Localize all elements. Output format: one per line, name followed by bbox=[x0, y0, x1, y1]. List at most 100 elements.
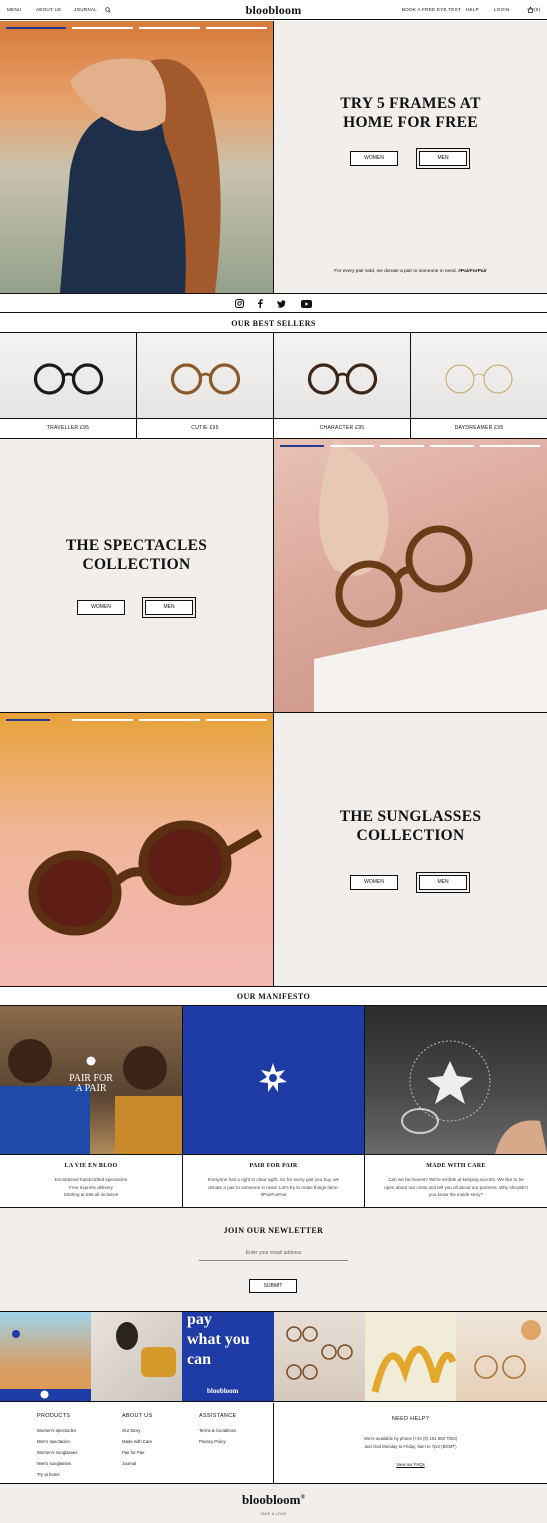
sunglasses-slide-indicator-1[interactable] bbox=[6, 719, 50, 721]
footer-products-heading: PRODUCTS bbox=[37, 1413, 71, 1419]
spectacles-slide-indicator-3[interactable] bbox=[380, 445, 424, 447]
donate-hashtag: #PairForPair bbox=[458, 269, 487, 274]
footer-logo[interactable]: bloobloom® bbox=[0, 1492, 547, 1508]
spectacles-slide-indicator-2[interactable] bbox=[330, 445, 374, 447]
poster-logo: bloobloom bbox=[207, 1387, 239, 1395]
instagram-post-art[interactable] bbox=[365, 1312, 457, 1401]
hero-title-line-1: TRY 5 FRAMES AT bbox=[340, 95, 481, 112]
footer-help: NEED HELP? We're available by phone (+44… bbox=[274, 1403, 547, 1483]
instagram-post-model[interactable] bbox=[91, 1312, 182, 1401]
footer-link[interactable]: Men's spectacles bbox=[37, 1439, 77, 1444]
spectacles-title-line-2: COLLECTION bbox=[82, 556, 191, 573]
footer-link[interactable]: Terms & Conditions bbox=[199, 1428, 236, 1433]
product-card[interactable]: DAYDREAMER £95 bbox=[411, 333, 547, 438]
instagram-icon[interactable] bbox=[235, 299, 244, 308]
poster-line-3: can bbox=[187, 1351, 211, 1368]
footer-about-heading: ABOUT US bbox=[122, 1413, 153, 1419]
hero-men-button[interactable]: MEN bbox=[416, 148, 470, 169]
help-link[interactable]: HELP bbox=[466, 7, 479, 12]
manifesto-image-children: PAIR FOR A PAIR bbox=[0, 1006, 182, 1154]
product-image bbox=[274, 333, 410, 419]
hero-women-button[interactable]: WOMEN bbox=[350, 151, 398, 166]
spectacles-men-button[interactable]: MEN bbox=[142, 597, 196, 618]
help-text: We're available by phone (+44 (0) 161 85… bbox=[363, 1436, 458, 1441]
spectacles-slide-indicator-4[interactable] bbox=[430, 445, 474, 447]
hand-holding-glasses-illustration bbox=[314, 439, 547, 712]
glasses-icon bbox=[170, 363, 241, 395]
product-card[interactable]: CUTIE £95 bbox=[137, 333, 274, 438]
footer-assistance-heading: ASSISTANCE bbox=[199, 1413, 237, 1419]
footer-logo-text: bloobloom bbox=[242, 1492, 301, 1507]
spectacles-women-button[interactable]: WOMEN bbox=[77, 600, 125, 615]
twitter-icon[interactable] bbox=[277, 300, 286, 308]
hero-slide-indicator-1[interactable] bbox=[6, 27, 66, 29]
glasses-icon bbox=[307, 363, 378, 395]
basket-icon[interactable] bbox=[527, 6, 534, 13]
social-bar bbox=[0, 293, 547, 313]
manifesto-card-title: LA VIE EN BLOO bbox=[64, 1163, 118, 1169]
abstract-art-illustration bbox=[371, 1346, 457, 1393]
manifesto-title: OUR MANIFESTO bbox=[236, 992, 311, 1001]
product-card[interactable]: CHARACTER £95 bbox=[274, 333, 411, 438]
manifesto-image-blue bbox=[183, 1006, 365, 1154]
sunglasses-men-button[interactable]: MEN bbox=[416, 872, 470, 893]
hero-title-line-2: HOME FOR FREE bbox=[343, 114, 478, 131]
footer-link[interactable]: Pair for Pair bbox=[122, 1450, 152, 1455]
footer-link[interactable]: Women's sunglasses bbox=[37, 1450, 77, 1455]
instagram-post-frames[interactable] bbox=[274, 1312, 365, 1401]
footer-link[interactable]: Privacy Policy bbox=[199, 1439, 236, 1444]
instagram-post-glasses[interactable] bbox=[456, 1312, 547, 1401]
faq-link[interactable]: View our FAQs bbox=[274, 1462, 547, 1467]
facebook-icon[interactable] bbox=[257, 299, 263, 308]
footer-products: PRODUCTS Women's spectacles Men's specta… bbox=[37, 1413, 77, 1483]
footer-link[interactable]: Journal bbox=[122, 1461, 152, 1466]
footer-link[interactable]: Made with Care bbox=[122, 1439, 152, 1444]
footer-link[interactable]: Women's spectacles bbox=[37, 1428, 77, 1433]
hero-slide-indicator-4[interactable] bbox=[206, 27, 267, 29]
sunglasses-image bbox=[0, 713, 273, 986]
youtube-icon[interactable] bbox=[301, 300, 312, 308]
sunglasses-slide-indicator-2[interactable] bbox=[72, 719, 133, 721]
login-link[interactable]: LOGIN bbox=[494, 7, 510, 12]
newsletter-title: JOIN OUR NEWLETTER bbox=[223, 1226, 324, 1235]
product-image bbox=[137, 333, 273, 419]
spectacles-panel: THE SPECTACLES COLLECTION WOMEN MEN bbox=[0, 439, 273, 712]
newsletter-section: JOIN OUR NEWLETTER Enter your email addr… bbox=[0, 1208, 547, 1311]
hero-slide-indicator-3[interactable] bbox=[139, 27, 200, 29]
book-eye-test-link[interactable]: BOOK A FREE EYE TEST bbox=[402, 7, 461, 12]
sunglasses-slide-indicator-3[interactable] bbox=[139, 719, 200, 721]
poster-line-2: what you bbox=[187, 1331, 250, 1348]
spectacles-slide-indicator-1[interactable] bbox=[280, 445, 324, 447]
instagram-post-building[interactable] bbox=[0, 1312, 91, 1401]
newsletter-submit-button[interactable]: SUBMIT bbox=[249, 1279, 297, 1293]
overlay-line-2: A PAIR bbox=[75, 1083, 107, 1094]
product-label: CHARACTER £95 bbox=[274, 419, 410, 438]
manifesto-card-2: PAIR FOR PAIR Everyone has a right to cl… bbox=[183, 1155, 364, 1207]
manifesto-card-1: LA VIE EN BLOO Exceptional handcrafted s… bbox=[0, 1155, 182, 1207]
manifesto-image-workshop bbox=[365, 1006, 547, 1154]
basket-count: (0) bbox=[534, 7, 541, 12]
sunglasses-illustration bbox=[28, 820, 263, 936]
sunglasses-title-line-1: THE SUNGLASSES bbox=[339, 808, 482, 825]
donate-message: For every pair sold, we donate a pair to… bbox=[334, 269, 457, 274]
donate-text: For every pair sold, we donate a pair to… bbox=[274, 269, 547, 274]
sunglasses-slide-indicator-4[interactable] bbox=[206, 719, 267, 721]
spectacles-title-line-1: THE SPECTACLES bbox=[65, 537, 208, 554]
site-logo[interactable]: bloobloom bbox=[0, 3, 547, 18]
sunglasses-women-button[interactable]: WOMEN bbox=[350, 875, 398, 890]
spectacles-slide-indicator-5[interactable] bbox=[480, 445, 540, 447]
hero-slide-indicator-2[interactable] bbox=[72, 27, 133, 29]
footer-link[interactable]: Our Story bbox=[122, 1428, 152, 1433]
footer-link[interactable]: Men's sunglasses bbox=[37, 1461, 77, 1466]
newsletter-email-input[interactable]: Enter your email address bbox=[199, 1250, 348, 1261]
hero-title: TRY 5 FRAMES AT HOME FOR FREE bbox=[274, 94, 547, 132]
manifesto-header: OUR MANIFESTO bbox=[0, 986, 547, 1006]
help-heading: NEED HELP? bbox=[391, 1416, 430, 1422]
sunglasses-panel: THE SUNGLASSES COLLECTION WOMEN MEN bbox=[274, 713, 547, 986]
product-card[interactable]: TRAVELLER £95 bbox=[0, 333, 137, 438]
glasses-grid-illustration bbox=[286, 1326, 353, 1380]
product-label: CUTIE £95 bbox=[137, 419, 273, 438]
registered-mark-icon: ® bbox=[300, 1494, 305, 1501]
instagram-post-pay-what-you-can[interactable]: pay what you can bloobloom bbox=[182, 1311, 274, 1401]
footer-link[interactable]: Try at home bbox=[37, 1472, 77, 1477]
